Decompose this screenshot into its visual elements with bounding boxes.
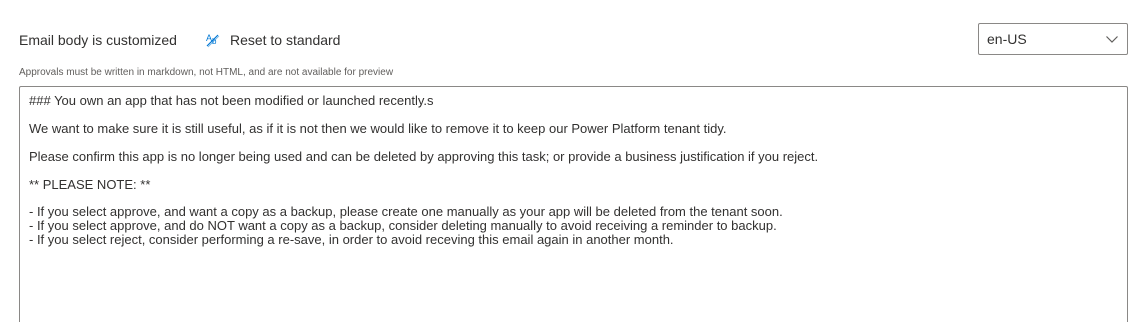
- customization-status-text: Email body is customized: [19, 32, 177, 48]
- customization-status-row: Email body is customized A b Reset to st…: [19, 30, 340, 50]
- chevron-down-icon: [1105, 32, 1119, 46]
- email-body-editor-panel: Email body is customized A b Reset to st…: [0, 0, 1137, 322]
- language-select[interactable]: en-US: [978, 23, 1128, 55]
- email-body-textarea[interactable]: ### You own an app that has not been mod…: [19, 86, 1128, 322]
- editor-paragraph-2: Please confirm this app is no longer bei…: [29, 149, 819, 164]
- reset-button-label: Reset to standard: [229, 32, 341, 48]
- editor-paragraph-1: We want to make sure it is still useful,…: [29, 121, 727, 136]
- editor-note-line: ** PLEASE NOTE: **: [29, 177, 151, 192]
- reset-format-icon: A b: [205, 32, 221, 48]
- editor-bullet-line: - If you select approve, and want a copy…: [29, 204, 783, 219]
- markdown-hint-text: Approvals must be written in markdown, n…: [19, 67, 394, 78]
- reset-to-standard-button[interactable]: A b Reset to standard: [205, 32, 341, 48]
- editor-bullet-line: - If you select approve, and do NOT want…: [29, 218, 777, 233]
- editor-bullet-line: - If you select reject, consider perform…: [29, 232, 674, 247]
- language-selected-value: en-US: [987, 31, 1027, 47]
- editor-heading-line: ### You own an app that has not been mod…: [29, 93, 434, 108]
